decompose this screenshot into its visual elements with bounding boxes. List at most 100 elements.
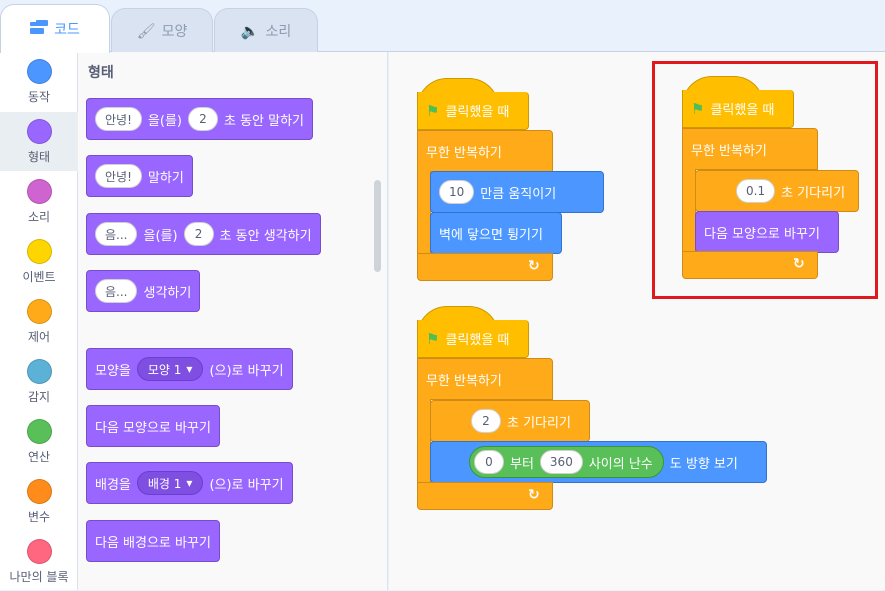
say-for-text-1: 을(를) <box>147 113 182 129</box>
category-events-label: 이벤트 <box>22 269 56 284</box>
next-costume-text: 다음 모양으로 바꾸기 <box>95 420 211 436</box>
category-motion[interactable]: 동작 <box>0 52 78 111</box>
dropdown-arrow-icon: ▾ <box>186 362 193 376</box>
category-operators-label: 연산 <box>27 449 51 464</box>
say-for-text-2: 초 동안 말하기 <box>223 113 305 129</box>
random-from-input[interactable]: 0 <box>474 450 504 474</box>
backdrop-dropdown[interactable]: 배경 1 ▾ <box>136 471 204 495</box>
script1-forever-block[interactable]: 무한 반복하기 <box>417 130 553 172</box>
next-backdrop-block[interactable]: 다음 배경으로 바꾸기 <box>86 520 220 562</box>
category-motion-label: 동작 <box>27 89 51 104</box>
category-sensing[interactable]: 감지 <box>0 352 78 411</box>
category-my-blocks-label: 나만의 블록 <box>9 569 69 584</box>
tab-code-label: 코드 <box>54 22 80 38</box>
category-control[interactable]: 제어 <box>0 292 78 351</box>
wait-label: 초 기다리기 <box>507 415 571 431</box>
switch-costume-text-2: (으)로 바꾸기 <box>209 363 284 379</box>
move-steps-label: 만큼 움직이기 <box>480 186 557 202</box>
think-for-text-2: 초 동안 생각하기 <box>219 228 312 244</box>
point-direction-label: 도 방향 보기 <box>669 456 738 472</box>
paintbrush-icon: 🖌 <box>136 21 156 40</box>
code-blocks-icon <box>30 20 49 38</box>
move-steps-input[interactable]: 10 <box>439 180 475 204</box>
pick-random-operator[interactable]: 0 부터 360 사이의 난수 <box>469 446 664 478</box>
script1-hat-label: 클릭했을 때 <box>445 105 510 120</box>
operators-color-dot <box>26 418 52 444</box>
script1-forever-arm <box>417 171 431 253</box>
script1-bounce-block[interactable]: 벽에 닿으면 튕기기 <box>430 212 562 254</box>
say-secs-input[interactable]: 2 <box>187 107 218 131</box>
think-text: 생각하기 <box>143 285 192 301</box>
dropdown-arrow-icon: ▾ <box>186 476 193 490</box>
speaker-icon: 🔈 <box>240 21 260 40</box>
switch-backdrop-block[interactable]: 배경을 배경 1 ▾ (으)로 바꾸기 <box>86 462 293 504</box>
think-for-text-1: 을(를) <box>143 228 178 244</box>
random-to-label: 사이의 난수 <box>588 456 653 472</box>
next-costume-block[interactable]: 다음 모양으로 바꾸기 <box>86 405 220 447</box>
palette-scrollbar[interactable] <box>374 180 381 272</box>
say-message-input[interactable]: 안녕! <box>95 107 142 131</box>
script2-point-direction-block[interactable]: 0 부터 360 사이의 난수 도 방향 보기 <box>430 441 767 483</box>
highlight-box <box>652 61 878 299</box>
think-secs-input[interactable]: 2 <box>183 222 214 246</box>
think-for-secs-block[interactable]: 음... 을(를) 2 초 동안 생각하기 <box>86 213 321 255</box>
editor-tab-bar: 코드 🖌 모양 🔈 소리 <box>0 0 885 53</box>
tab-code[interactable]: 코드 <box>0 4 110 53</box>
loop-arrow-icon: ↻ <box>528 487 540 503</box>
category-sound-label: 소리 <box>27 209 51 224</box>
script2-wait-block[interactable]: 2 초 기다리기 <box>430 400 590 442</box>
category-sensing-label: 감지 <box>27 389 51 404</box>
costume-dropdown[interactable]: 모양 1 ▾ <box>136 357 204 381</box>
script1-move-steps-block[interactable]: 10 만큼 움직이기 <box>430 171 604 213</box>
random-from-label: 부터 <box>510 456 534 472</box>
block-palette: 형태 안녕! 을(를) 2 초 동안 말하기 안녕! 말하기 음... 을(를)… <box>78 52 388 590</box>
tab-sounds-label: 소리 <box>265 23 292 40</box>
category-looks[interactable]: 형태 <box>0 112 78 171</box>
script2-when-flag-clicked-block[interactable]: ⚑ 클릭했을 때 <box>417 320 529 358</box>
script2-forever-label: 무한 반복하기 <box>426 373 502 389</box>
sound-color-dot <box>26 178 52 204</box>
category-my-blocks[interactable]: 나만의 블록 <box>0 532 78 591</box>
switch-backdrop-text-2: (으)로 바꾸기 <box>209 477 284 493</box>
switch-backdrop-text-1: 배경을 <box>95 477 131 493</box>
category-events[interactable]: 이벤트 <box>0 232 78 291</box>
category-menu: 동작 형태 소리 이벤트 제어 감지 연산 변수 나만의 블록 <box>0 52 78 590</box>
say-text: 말하기 <box>147 170 184 186</box>
random-to-input[interactable]: 360 <box>539 450 583 474</box>
script2-forever-block[interactable]: 무한 반복하기 <box>417 358 553 400</box>
tab-costumes-label: 모양 <box>161 23 188 40</box>
think-message-input-2[interactable]: 음... <box>95 279 138 303</box>
category-variables-label: 변수 <box>27 509 51 524</box>
loop-arrow-icon: ↻ <box>528 258 540 274</box>
wait-secs-input[interactable]: 2 <box>471 409 501 433</box>
switch-costume-text-1: 모양을 <box>95 363 131 379</box>
category-looks-label: 형태 <box>27 149 51 164</box>
next-backdrop-text: 다음 배경으로 바꾸기 <box>95 535 211 551</box>
think-block[interactable]: 음... 생각하기 <box>86 270 201 312</box>
green-flag-icon: ⚑ <box>426 329 440 348</box>
say-block[interactable]: 안녕! 말하기 <box>86 155 193 197</box>
script2-forever-arm <box>417 399 431 483</box>
looks-color-dot <box>26 118 52 144</box>
sensing-color-dot <box>26 358 52 384</box>
variables-color-dot <box>26 478 52 504</box>
tab-sounds[interactable]: 🔈 소리 <box>214 8 318 52</box>
my-blocks-color-dot <box>26 538 52 564</box>
green-flag-icon: ⚑ <box>426 101 440 120</box>
say-message-input-2[interactable]: 안녕! <box>95 164 142 188</box>
control-color-dot <box>26 298 52 324</box>
events-color-dot <box>26 238 52 264</box>
tab-costumes[interactable]: 🖌 모양 <box>111 8 213 52</box>
think-message-input[interactable]: 음... <box>95 222 138 246</box>
backdrop-dropdown-value: 배경 1 <box>147 476 182 491</box>
category-control-label: 제어 <box>27 329 51 344</box>
say-for-secs-block[interactable]: 안녕! 을(를) 2 초 동안 말하기 <box>86 98 314 140</box>
script1-when-flag-clicked-block[interactable]: ⚑ 클릭했을 때 <box>417 92 529 130</box>
motion-color-dot <box>26 58 52 84</box>
category-operators[interactable]: 연산 <box>0 412 78 471</box>
category-sound[interactable]: 소리 <box>0 172 78 231</box>
costume-dropdown-value: 모양 1 <box>147 362 182 377</box>
category-variables[interactable]: 변수 <box>0 472 78 531</box>
switch-costume-block[interactable]: 모양을 모양 1 ▾ (으)로 바꾸기 <box>86 348 293 390</box>
script2-hat-label: 클릭했을 때 <box>445 333 510 348</box>
